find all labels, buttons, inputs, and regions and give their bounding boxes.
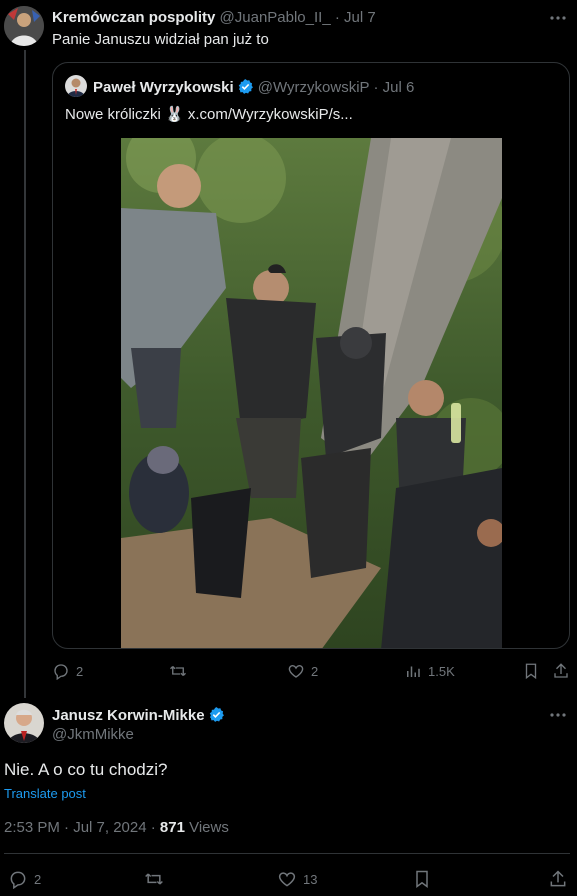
quoted-text: Nowe króliczki 🐰 x.com/WyrzykowskiP/s...	[65, 105, 353, 123]
quoted-display-name[interactable]: Paweł Wyrzykowski	[93, 79, 234, 96]
verified-badge-icon	[208, 706, 225, 723]
rabbit-emoji: 🐰	[165, 106, 184, 123]
views-action[interactable]: 1.5K	[404, 662, 455, 680]
more-options-icon[interactable]	[548, 10, 568, 26]
reply-icon	[8, 869, 28, 889]
like-count: 2	[311, 663, 319, 679]
quoted-tweet-card[interactable]: Paweł Wyrzykowski @WyrzykowskiP · Jul 6 …	[52, 62, 570, 649]
quoted-photo[interactable]	[121, 138, 502, 648]
verified-badge-icon	[237, 78, 254, 95]
main-header: Janusz Korwin-Mikke	[52, 706, 225, 724]
reply-action[interactable]: 2	[52, 662, 83, 680]
timestamp[interactable]: 2:53 PM · Jul 7, 2024 ·	[4, 819, 160, 836]
reply-header: Kremówczan pospolity @JuanPablo_II_ · Ju…	[52, 9, 376, 26]
more-options-icon[interactable]	[548, 707, 568, 723]
reply-icon	[52, 662, 70, 680]
views-count: 1.5K	[428, 663, 455, 679]
bookmark-icon[interactable]	[412, 869, 432, 889]
views-chart-icon	[404, 662, 422, 680]
like-count: 13	[303, 871, 318, 887]
avatar-kremowczan[interactable]	[4, 6, 44, 46]
reply-text: Panie Januszu widział pan już to	[52, 31, 269, 48]
thread-line	[24, 50, 26, 698]
reply-count: 2	[34, 871, 42, 887]
quoted-header: Paweł Wyrzykowski @WyrzykowskiP · Jul 6	[93, 78, 414, 96]
share-icon[interactable]	[548, 869, 568, 889]
main-text: Nie. A o co tu chodzi?	[4, 760, 168, 779]
reply-date[interactable]: · Jul 7	[335, 9, 376, 26]
views-count: 871	[159, 819, 185, 836]
like-action[interactable]: 2	[287, 662, 318, 680]
reply-handle[interactable]: @JuanPablo_II_	[220, 9, 331, 26]
retweet-action[interactable]	[143, 869, 171, 889]
translate-post-link[interactable]: Translate post	[4, 786, 86, 801]
reply-count: 2	[76, 663, 84, 679]
quoted-handle[interactable]: @WyrzykowskiP	[258, 79, 370, 96]
retweet-icon	[168, 662, 188, 680]
heart-icon	[287, 662, 305, 680]
divider	[4, 853, 570, 854]
quoted-text-prefix: Nowe króliczki	[65, 106, 161, 123]
avatar-wyrzykowski[interactable]	[65, 75, 87, 97]
retweet-action[interactable]	[168, 662, 194, 680]
reply-action[interactable]: 2	[8, 869, 41, 889]
heart-icon	[277, 869, 297, 889]
views-label: Views	[184, 819, 229, 836]
retweet-icon	[143, 869, 165, 889]
main-handle[interactable]: @JkmMikke	[52, 726, 134, 743]
timestamp-line: 2:53 PM · Jul 7, 2024 · 871 Views	[4, 819, 229, 836]
bookmark-icon[interactable]	[522, 662, 540, 680]
like-action[interactable]: 13	[277, 869, 317, 889]
avatar-korwin-mikke[interactable]	[4, 703, 44, 743]
reply-display-name[interactable]: Kremówczan pospolity	[52, 9, 215, 26]
quoted-date[interactable]: · Jul 6	[373, 79, 414, 96]
share-icon[interactable]	[552, 662, 570, 680]
main-display-name[interactable]: Janusz Korwin-Mikke	[52, 707, 205, 724]
quoted-link[interactable]: x.com/WyrzykowskiP/s...	[188, 106, 353, 123]
